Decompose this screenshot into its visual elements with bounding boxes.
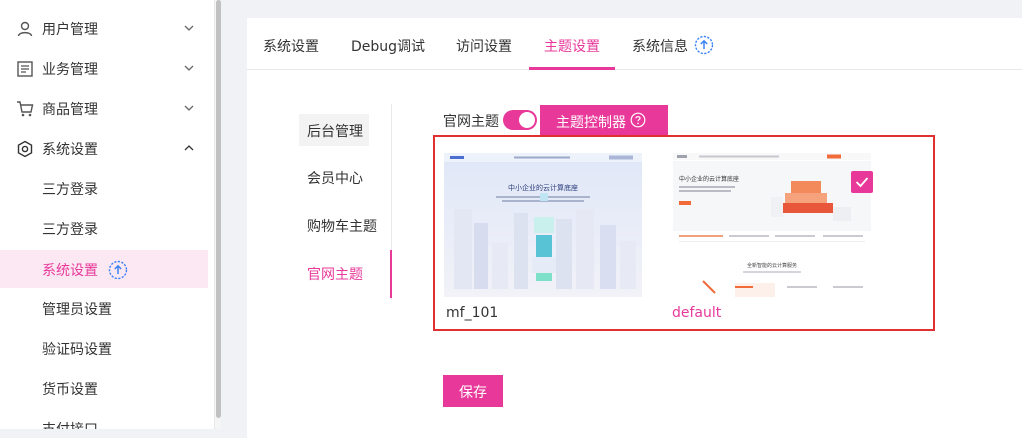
chevron-up-icon xyxy=(184,145,194,151)
vtab-member-center[interactable]: 会员中心 xyxy=(307,168,363,188)
vtab-website-theme[interactable]: 官网主题 xyxy=(307,264,363,284)
scrollbar-thumb[interactable] xyxy=(216,0,221,418)
preview-headline: 中小企业的云计算底座 xyxy=(508,183,578,192)
sidebar-item-label: 三方登录 xyxy=(42,182,98,198)
button-label: 主题控制器 xyxy=(556,114,626,130)
user-icon xyxy=(17,21,33,37)
theme-preview-default: 中小企业的云计算底座 全新智能的云计算服务 xyxy=(673,153,871,297)
sidebar-item-currency-settings[interactable]: 货币设置 xyxy=(0,368,208,408)
sidebar-item-third-party-login[interactable]: 三方登录 xyxy=(0,168,208,208)
active-tab-indicator xyxy=(529,67,615,70)
preview-headline: 中小企业的云计算底座 xyxy=(679,175,739,183)
theme-selection-box: 中小企业的云计算底座 mf_101 中小企业的云计算底座 全新智能的云计算服务 … xyxy=(433,135,935,331)
preview-subhead: 全新智能的云计算服务 xyxy=(747,262,797,269)
sidebar-item-label: 货币设置 xyxy=(42,382,98,398)
sidebar-item-captcha-settings[interactable]: 验证码设置 xyxy=(0,328,208,368)
sidebar-item-payment-interface[interactable]: 支付接口 xyxy=(0,408,208,429)
menu-product-management[interactable]: 商品管理 xyxy=(0,88,208,128)
sidebar: 用户管理 业务管理 商品管理 系统设置 三方登录 三方登录 系统设置 管理员设置… xyxy=(0,0,214,429)
sidebar-scrollbar[interactable] xyxy=(214,0,221,429)
tab-system-settings[interactable]: 系统设置 xyxy=(263,36,319,56)
menu-business-management[interactable]: 业务管理 xyxy=(0,48,208,88)
chevron-down-icon xyxy=(184,25,194,31)
website-theme-toggle[interactable] xyxy=(503,110,537,130)
theme-preview-mf101: 中小企业的云计算底座 xyxy=(444,153,642,297)
save-label: 保存 xyxy=(459,384,487,400)
upload-help-icon[interactable] xyxy=(108,260,128,280)
menu-label: 业务管理 xyxy=(42,62,98,78)
tab-debug[interactable]: Debug调试 xyxy=(351,36,425,56)
theme-name-mf101: mf_101 xyxy=(446,305,499,321)
tab-access-settings[interactable]: 访问设置 xyxy=(456,36,512,56)
sidebar-item-label: 支付接口 xyxy=(42,419,98,429)
sidebar-item-label: 系统设置 xyxy=(42,263,98,279)
sidebar-item-label: 管理员设置 xyxy=(42,302,112,318)
selected-check-icon xyxy=(851,171,873,193)
upload-help-icon[interactable] xyxy=(694,35,714,55)
menu-label: 商品管理 xyxy=(42,102,98,118)
tab-bar: 系统设置 Debug调试 访问设置 主题设置 系统信息 xyxy=(247,18,1022,70)
sidebar-item-third-party-login-2[interactable]: 三方登录 xyxy=(0,208,208,248)
website-theme-label: 官网主题 xyxy=(443,114,499,130)
theme-controller-button[interactable]: 主题控制器 xyxy=(540,105,668,137)
save-button[interactable]: 保存 xyxy=(443,375,503,407)
gear-icon xyxy=(17,140,33,158)
theme-card-mf101[interactable]: 中小企业的云计算底座 xyxy=(444,153,642,297)
cart-icon xyxy=(17,101,34,117)
vtab-admin[interactable]: 后台管理 xyxy=(299,114,369,146)
sidebar-item-system-settings[interactable]: 系统设置 xyxy=(0,250,208,288)
vtab-cart-theme[interactable]: 购物车主题 xyxy=(307,216,377,236)
sidebar-item-label: 验证码设置 xyxy=(42,342,112,358)
question-circle-icon xyxy=(630,112,646,128)
menu-label: 用户管理 xyxy=(42,22,98,38)
menu-system-settings[interactable]: 系统设置 xyxy=(0,128,208,168)
sidebar-item-label: 三方登录 xyxy=(42,222,98,238)
tab-system-info[interactable]: 系统信息 xyxy=(632,36,688,56)
sidebar-item-admin-settings[interactable]: 管理员设置 xyxy=(0,288,208,328)
tab-theme-settings[interactable]: 主题设置 xyxy=(544,36,600,56)
main-panel: 系统设置 Debug调试 访问设置 主题设置 系统信息 后台管理 会员中心 购物… xyxy=(247,18,1022,438)
vertical-tab-active-indicator xyxy=(390,250,392,298)
menu-label: 系统设置 xyxy=(42,142,98,158)
document-list-icon xyxy=(17,61,33,77)
chevron-down-icon xyxy=(184,105,194,111)
toggle-knob xyxy=(519,112,535,128)
theme-name-default: default xyxy=(672,305,722,321)
theme-card-default[interactable]: 中小企业的云计算底座 全新智能的云计算服务 xyxy=(673,153,871,297)
chevron-down-icon xyxy=(184,65,194,71)
menu-user-management[interactable]: 用户管理 xyxy=(0,8,208,48)
